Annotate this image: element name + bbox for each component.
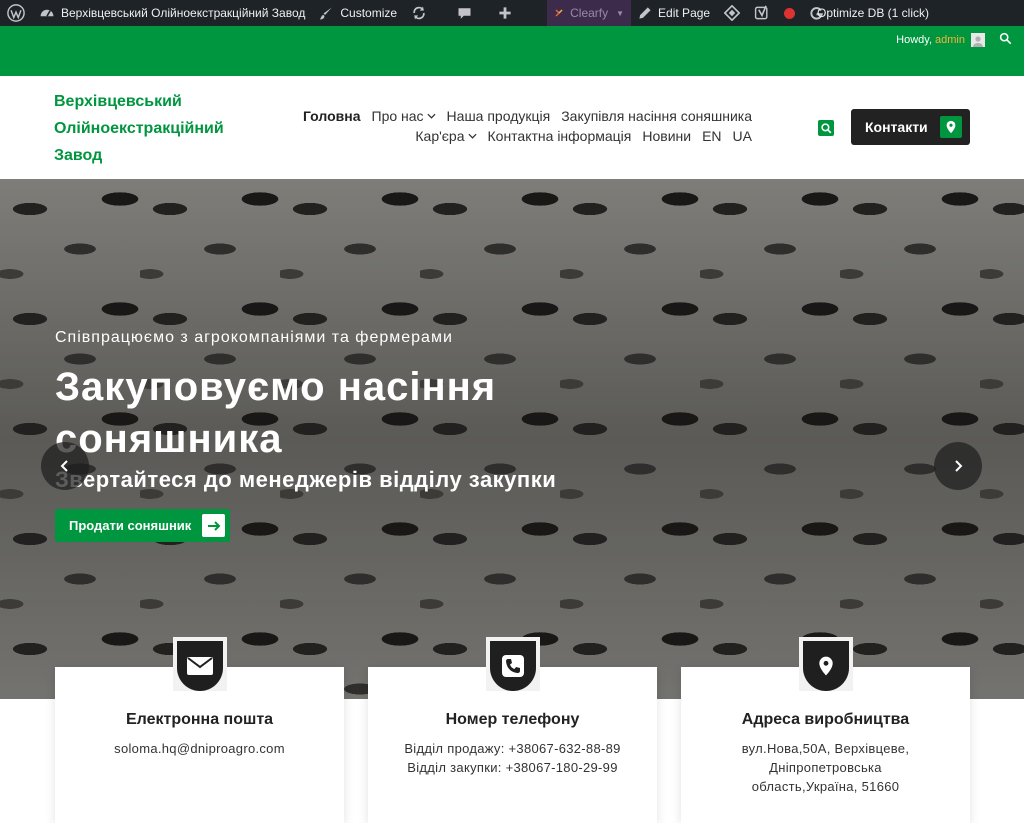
- admin-bar-edit-page-label: Edit Page: [658, 6, 711, 20]
- sell-sunflower-button-label: Продати соняшник: [69, 518, 192, 533]
- admin-bar-site-name: Верхівцевський Олійноекстракційний Завод: [61, 6, 306, 20]
- admin-search-icon[interactable]: [999, 32, 1012, 48]
- menu-item-label: EN: [702, 128, 722, 144]
- phone-card-title: Номер телефону: [445, 711, 580, 728]
- chevron-right-icon: [955, 460, 963, 472]
- map-pin-icon: [940, 116, 962, 138]
- hero-content: Співпрацюємо з агрокомпаніями та фермера…: [55, 329, 615, 542]
- sell-sunflower-button[interactable]: Продати соняшник: [55, 509, 230, 542]
- menu-item-career[interactable]: Кар'єра: [415, 126, 477, 146]
- menu-item-lang-ua[interactable]: UA: [733, 126, 752, 146]
- admin-bar-clearfy-label: Clearfy: [570, 6, 609, 20]
- menu-item-home[interactable]: Головна: [303, 106, 361, 126]
- phone-card: Номер телефону Відділ продажу: +38067-63…: [368, 637, 657, 823]
- user-avatar-icon: [973, 36, 983, 47]
- logo-line-3: Завод: [54, 147, 103, 164]
- menu-item-label: Наша продукція: [446, 108, 551, 124]
- admin-bar-clearfy[interactable]: Clearfy ▼: [547, 0, 632, 26]
- menu-item-products[interactable]: Наша продукція: [447, 106, 551, 126]
- main-menu: Головна Про нас Наша продукція Закупівля…: [300, 106, 752, 146]
- menu-item-label: UA: [732, 128, 752, 144]
- updates-icon[interactable]: [404, 0, 434, 26]
- wordpress-logo-icon[interactable]: [0, 0, 32, 26]
- email-address[interactable]: soloma.hq@dniproagro.com: [85, 739, 314, 758]
- brush-icon: [320, 7, 333, 19]
- admin-bar-site-link[interactable]: Верхівцевський Олійноекстракційний Завод: [32, 0, 312, 26]
- contacts-button[interactable]: Контакти: [851, 109, 970, 145]
- admin-bar-optimize-db[interactable]: Optimize DB (1 click): [810, 0, 936, 26]
- address-line-3: область,Україна, 51660: [751, 779, 900, 794]
- card-icon: [798, 637, 853, 695]
- contacts-button-label: Контакти: [865, 119, 928, 135]
- main-menu-row-1: Головна Про нас Наша продукція Закупівля…: [300, 106, 752, 126]
- logo-line-1: Верхівцевський: [54, 93, 182, 110]
- admin-bar-customize[interactable]: Customize: [312, 0, 404, 26]
- howdy-username: admin: [935, 34, 965, 46]
- logo-line-2: Олійноекстракційний: [54, 120, 224, 137]
- arrow-right-icon: [202, 514, 225, 537]
- sales-phone[interactable]: Відділ продажу: +38067-632-88-89: [372, 739, 653, 758]
- seo-status-dot-icon: [777, 0, 802, 26]
- menu-item-label: Кар'єра: [415, 128, 465, 144]
- address-card-text: вул.Нова,50А, Верхівцеве, Дніпропетровсь…: [681, 739, 970, 796]
- address-card: Адреса виробництва вул.Нова,50А, Верхівц…: [681, 637, 970, 823]
- menu-item-label: Контактна інформація: [487, 128, 632, 144]
- chevron-down-icon: [467, 126, 477, 146]
- hero-tagline: Звертайтеся до менеджерів відділу закупк…: [55, 467, 557, 492]
- purchase-phone[interactable]: Відділ закупки: +38067-180-29-99: [372, 758, 653, 777]
- menu-item-lang-en[interactable]: EN: [702, 126, 721, 146]
- admin-bar-optimize-db-label: Optimize DB (1 click): [817, 6, 930, 20]
- admin-bar: Верхівцевський Олійноекстракційний Завод…: [0, 0, 1024, 26]
- header-search-icon[interactable]: [818, 120, 834, 136]
- site-header: Верхівцевський Олійноекстракційний Завод…: [0, 76, 1024, 179]
- envelope-icon: [176, 641, 223, 691]
- hero-title: Закуповуємо насіння соняшника: [55, 365, 497, 461]
- address-line-2: Дніпропетровська: [769, 760, 882, 775]
- menu-item-sunflower-purchase[interactable]: Закупівля насіння соняшника: [561, 106, 752, 126]
- howdy-label: Howdy,: [896, 34, 933, 46]
- top-strip: [0, 26, 1024, 76]
- pencil-icon: [639, 7, 651, 19]
- card-icon: [172, 637, 227, 695]
- phone-icon: [489, 641, 536, 691]
- add-new-icon[interactable]: [491, 0, 519, 26]
- hero-subtitle: Співпрацюємо з агрокомпаніями та фермера…: [55, 329, 453, 346]
- diamond-plugin-icon[interactable]: [717, 0, 747, 26]
- phone-card-text: Відділ продажу: +38067-632-88-89 Відділ …: [368, 739, 657, 777]
- chevron-left-icon: [60, 460, 68, 472]
- chevron-down-icon: [427, 106, 436, 126]
- email-card-text: soloma.hq@dniproagro.com: [55, 739, 344, 758]
- admin-bar-edit-page[interactable]: Edit Page: [631, 0, 717, 26]
- email-card: Електронна пошта soloma.hq@dniproagro.co…: [55, 637, 344, 823]
- menu-item-label: Закупівля насіння соняшника: [561, 108, 752, 124]
- howdy-account[interactable]: Howdy, admin: [896, 32, 1012, 48]
- avatar: [971, 33, 985, 47]
- slider-prev-button[interactable]: [41, 442, 89, 490]
- menu-item-label: Новини: [642, 128, 692, 144]
- email-card-title: Електронна пошта: [125, 711, 274, 728]
- yoast-seo-icon[interactable]: [747, 0, 777, 26]
- admin-bar-customize-label: Customize: [340, 6, 398, 20]
- site-logo[interactable]: Верхівцевський Олійноекстракційний Завод: [54, 88, 254, 169]
- menu-item-about[interactable]: Про нас: [372, 106, 436, 126]
- map-pin-icon: [802, 641, 849, 691]
- hero-slider: Співпрацюємо з агрокомпаніями та фермера…: [0, 179, 1024, 699]
- dashboard-icon: [40, 9, 54, 17]
- address-card-title: Адреса виробництва: [741, 711, 910, 728]
- menu-item-contact-info[interactable]: Контактна інформація: [488, 126, 632, 146]
- menu-item-news[interactable]: Новини: [642, 126, 691, 146]
- main-menu-row-2: Кар'єра Контактна інформація Новини EN U…: [300, 126, 752, 146]
- card-icon: [485, 637, 540, 695]
- comments-icon[interactable]: [450, 0, 479, 26]
- clearfy-icon: [555, 9, 563, 17]
- slider-next-button[interactable]: [934, 442, 982, 490]
- address-line-1: вул.Нова,50А, Верхівцеве,: [741, 741, 910, 756]
- menu-item-label: Про нас: [371, 108, 424, 124]
- dropdown-caret-icon: ▼: [616, 8, 625, 18]
- menu-item-label: Головна: [302, 108, 361, 124]
